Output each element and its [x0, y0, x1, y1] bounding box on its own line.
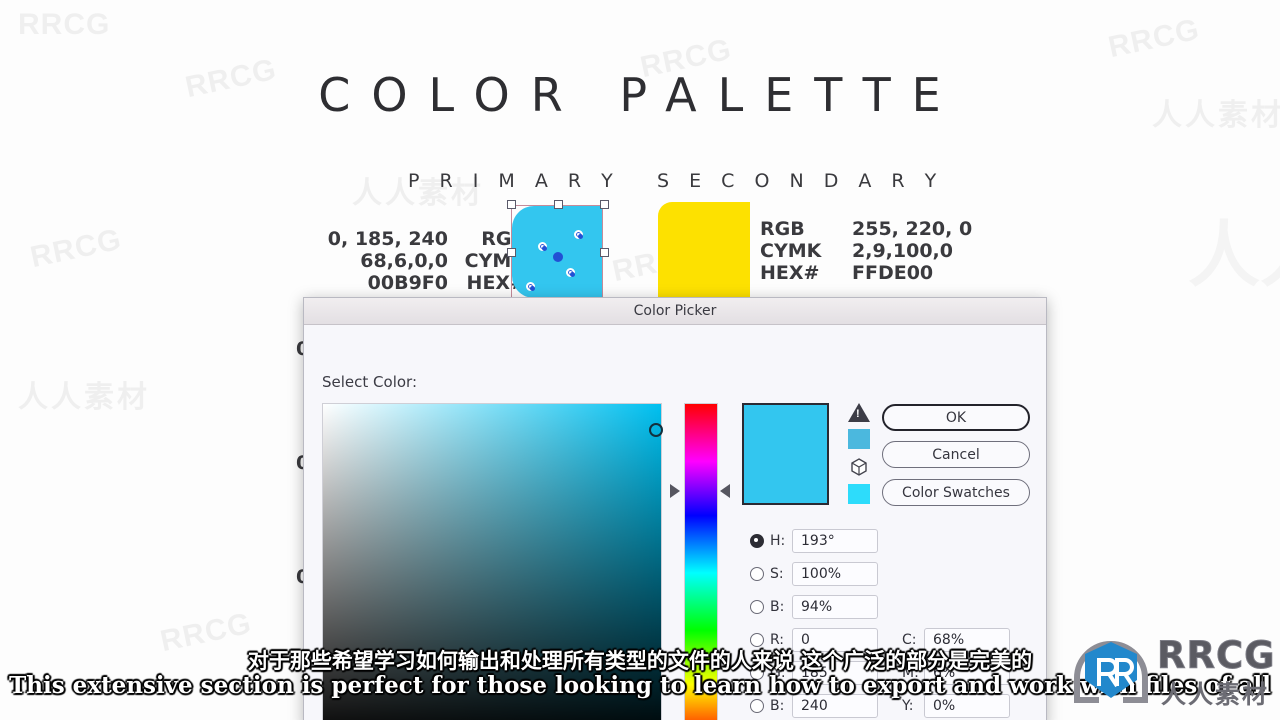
cancel-button[interactable]: Cancel [882, 441, 1030, 468]
label-yellow: Y: [902, 698, 914, 714]
watermark-brand-3: RRCG [1105, 12, 1203, 65]
watermark-brand-4: RRCG [27, 222, 125, 275]
hue-slider-arrow-right-icon[interactable] [720, 484, 730, 498]
path-anchor-point-3[interactable] [566, 268, 575, 277]
label-blue: B: [770, 698, 785, 714]
primary-rgb-value: 0, 185, 240 [327, 228, 448, 250]
primary-color-values: 0, 185, 240 RGB 68,6,0,0 CYMK 00B9F0 HEX… [296, 228, 526, 294]
secondary-color-swatch-shape[interactable] [658, 202, 750, 300]
secondary-hex-label: HEX# [760, 262, 820, 284]
rrcg-logo-chinese: 人人素材 [1161, 680, 1270, 709]
watermark-chinese-large: 人人素材 [1188, 196, 1280, 301]
selection-handle-top-center[interactable] [554, 200, 563, 209]
watermark-brand-topleft: RRCG [18, 8, 111, 41]
primary-rgb-row: 0, 185, 240 RGB [296, 228, 526, 250]
primary-cymk-row: 68,6,0,0 CYMK [296, 250, 526, 272]
path-anchor-point-4[interactable] [526, 282, 535, 291]
web-safe-cube-icon[interactable] [849, 457, 869, 477]
sv-field-marker[interactable] [649, 423, 663, 437]
selection-handle-top-left[interactable] [507, 200, 516, 209]
path-center-point[interactable] [553, 252, 563, 262]
primary-hex-value: 00B9F0 [367, 272, 448, 294]
secondary-rgb-value: 255, 220, 0 [852, 218, 973, 240]
selection-handle-middle-right[interactable] [600, 248, 609, 257]
selection-handle-top-right[interactable] [600, 200, 609, 209]
screen-root: RRCG RRCG RRCG RRCG RRCG RRCG RRCG RRCG … [0, 0, 1280, 720]
radio-hue[interactable] [750, 534, 764, 548]
secondary-cymk-label: CYMK [760, 240, 822, 262]
primary-hex-row: 00B9F0 HEX# [296, 272, 526, 294]
input-saturation[interactable]: 100% [792, 562, 878, 586]
rrcg-logo: RRCG 人人素材 [1065, 628, 1277, 714]
gamut-indicator-group [846, 403, 872, 504]
secondary-rgb-label: RGB [760, 218, 805, 240]
secondary-hex-value: FFDE00 [852, 262, 934, 284]
primary-color-swatch-shape[interactable] [507, 200, 609, 299]
secondary-heading: S E C O N D A R Y [657, 170, 944, 192]
radio-brightness[interactable] [750, 600, 764, 614]
path-anchor-point-1[interactable] [538, 242, 547, 251]
rrcg-logo-mark-icon [1074, 641, 1148, 703]
primary-cymk-value: 68,6,0,0 [360, 250, 448, 272]
dialog-titlebar[interactable]: Color Picker [304, 298, 1046, 325]
field-row-brightness: B: 94% [750, 595, 878, 619]
hue-slider-arrow-left-icon[interactable] [670, 484, 680, 498]
select-color-label: Select Color: [322, 373, 417, 391]
field-row-saturation: S: 100% [750, 562, 878, 586]
label-brightness: B: [770, 599, 785, 615]
path-anchor-point-2[interactable] [574, 230, 583, 239]
watermark-chinese-2: 人人素材 [18, 381, 150, 414]
secondary-hex-row: HEX# FFDE00 [760, 262, 972, 284]
input-brightness[interactable]: 94% [792, 595, 878, 619]
radio-blue[interactable] [750, 699, 764, 713]
dialog-title: Color Picker [633, 303, 717, 319]
color-preview-swatch [742, 403, 829, 505]
secondary-cymk-row: CYMK 2,9,100,0 [760, 240, 972, 262]
radio-saturation[interactable] [750, 567, 764, 581]
in-gamut-color-chip[interactable] [848, 429, 870, 449]
label-hue: H: [770, 533, 786, 549]
label-saturation: S: [770, 566, 784, 582]
web-safe-color-chip[interactable] [848, 484, 870, 504]
primary-heading: P R I M A R Y [408, 170, 620, 192]
ok-button[interactable]: OK [882, 404, 1030, 431]
page-title: COLOR PALETTE [318, 68, 962, 122]
input-hue[interactable]: 193° [792, 529, 878, 553]
secondary-rgb-row: RGB 255, 220, 0 [760, 218, 972, 240]
color-swatches-button[interactable]: Color Swatches [882, 479, 1030, 506]
field-row-hue: H: 193° [750, 529, 878, 553]
secondary-color-values: RGB 255, 220, 0 CYMK 2,9,100,0 HEX# FFDE… [760, 218, 972, 284]
rrcg-logo-wordmark: RRCG [1157, 634, 1276, 678]
out-of-gamut-warning-icon[interactable] [848, 403, 870, 422]
secondary-cymk-value: 2,9,100,0 [852, 240, 953, 262]
selection-handle-middle-left[interactable] [507, 248, 516, 257]
